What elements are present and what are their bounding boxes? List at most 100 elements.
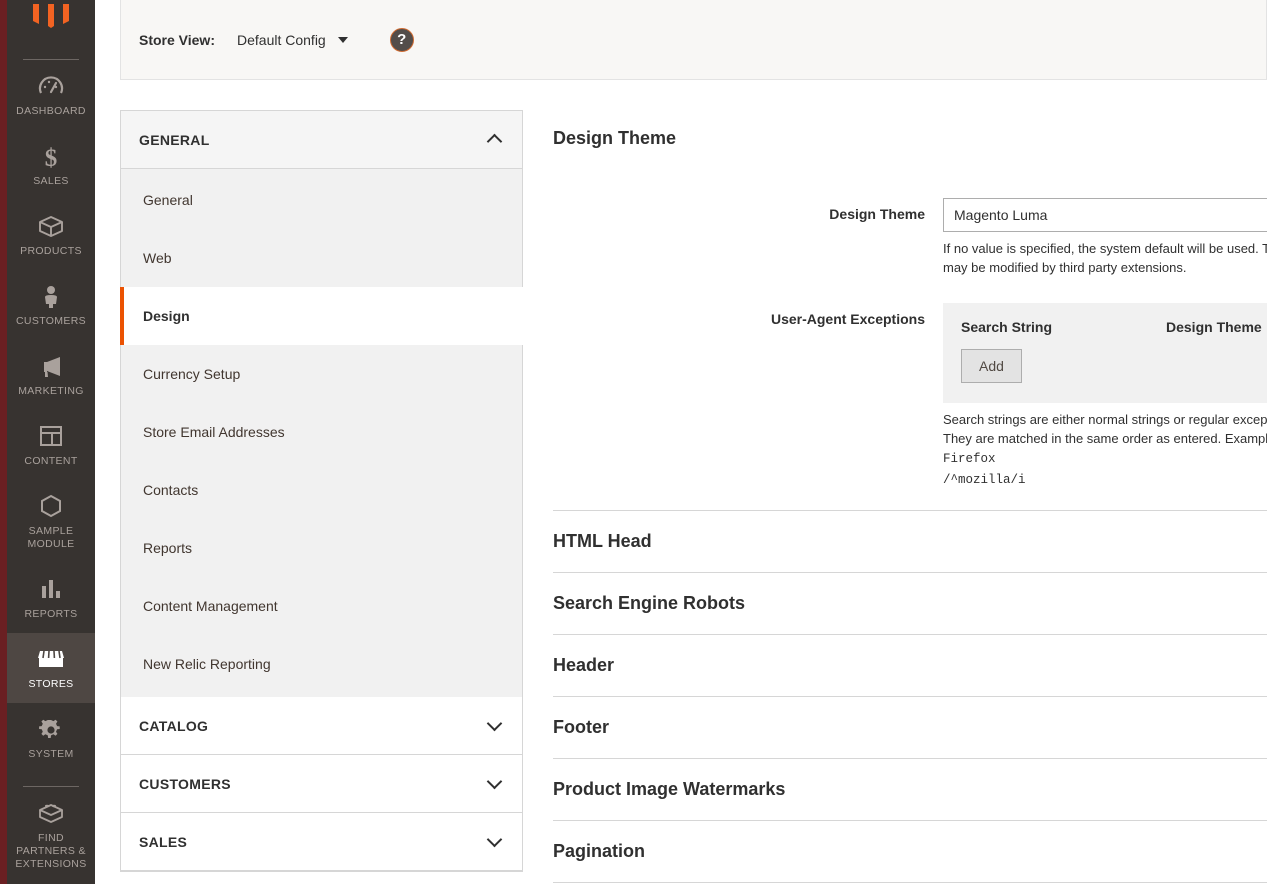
sidebar-item-label: CUSTOMERS <box>11 315 91 328</box>
config-section-general-items: General Web Design Currency Setup Store … <box>121 169 522 697</box>
note-line-1: Search strings are either normal strings… <box>943 412 1267 446</box>
section-label: Header <box>553 655 614 676</box>
chevron-down-icon <box>487 831 503 847</box>
section-product-image-watermarks[interactable]: Product Image Watermarks <box>553 758 1267 820</box>
field-control: If no value is specified, the system def… <box>943 198 1267 277</box>
design-theme-input[interactable] <box>943 198 1267 232</box>
section-label: Pagination <box>553 841 645 862</box>
sidebar-item-label: SYSTEM <box>11 748 91 761</box>
svg-text:$: $ <box>45 145 58 170</box>
config-nav-item-contacts[interactable]: Contacts <box>121 461 522 519</box>
sidebar-item-label: DASHBOARD <box>11 105 91 118</box>
store-view-label: Store View: <box>139 32 215 48</box>
user-agent-exceptions-note: Search strings are either normal strings… <box>943 410 1267 490</box>
sidebar-item-dashboard[interactable]: DASHBOARD <box>7 60 95 130</box>
design-theme-note: If no value is specified, the system def… <box>943 239 1267 277</box>
sidebar-item-sample-module[interactable]: SAMPLE MODULE <box>7 480 95 563</box>
section-search-engine-robots[interactable]: Search Engine Robots <box>553 572 1267 634</box>
customers-icon <box>11 284 91 310</box>
chevron-down-icon <box>487 715 503 731</box>
admin-page: DASHBOARD $ SALES PRODUCTS <box>0 0 1267 884</box>
settings-column: Design Theme Design Theme If no value is… <box>553 110 1267 884</box>
user-agent-exceptions-table: Search String Design Theme Add <box>943 303 1267 403</box>
config-section-title: GENERAL <box>139 132 210 148</box>
magento-logo[interactable] <box>7 0 95 46</box>
config-nav-item-general[interactable]: General <box>121 171 522 229</box>
chevron-down-icon <box>338 37 348 43</box>
config-nav-item-store-email-addresses[interactable]: Store Email Addresses <box>121 403 522 461</box>
field-label: Design Theme <box>553 198 943 222</box>
config-nav-item-content-management[interactable]: Content Management <box>121 577 522 635</box>
section-header[interactable]: Header <box>553 634 1267 696</box>
config-nav-item-reports[interactable]: Reports <box>121 519 522 577</box>
config-nav-item-label: Content Management <box>143 598 278 614</box>
config-nav-item-design[interactable]: Design <box>120 287 523 345</box>
sidebar-item-label: PRODUCTS <box>11 245 91 258</box>
add-button[interactable]: Add <box>961 349 1022 383</box>
products-icon <box>11 214 91 240</box>
extensions-icon <box>11 801 91 827</box>
config-nav-item-label: Reports <box>143 540 192 556</box>
chevron-down-icon <box>487 773 503 789</box>
sidebar-item-marketing[interactable]: MARKETING <box>7 340 95 410</box>
magento-logo-icon <box>29 4 73 46</box>
config-section-general[interactable]: GENERAL <box>121 111 522 169</box>
config-nav-item-label: Contacts <box>143 482 198 498</box>
reports-icon <box>11 577 91 603</box>
sales-icon: $ <box>11 144 91 170</box>
sidebar-item-sales[interactable]: $ SALES <box>7 130 95 200</box>
sidebar-item-label: CONTENT <box>11 455 91 468</box>
config-nav-item-label: Design <box>143 308 190 324</box>
column-header-search-string: Search String <box>961 319 1166 335</box>
config-section-catalog[interactable]: CATALOG <box>121 697 522 755</box>
field-user-agent-exceptions: User-Agent Exceptions Search String Desi… <box>553 303 1267 490</box>
store-view-bar: Store View: Default Config ? <box>120 0 1267 80</box>
section-footer[interactable]: Footer <box>553 696 1267 758</box>
help-icon[interactable]: ? <box>390 28 414 52</box>
config-nav-item-label: New Relic Reporting <box>143 656 271 672</box>
config-nav-item-web[interactable]: Web <box>121 229 522 287</box>
config-section-customers[interactable]: CUSTOMERS <box>121 755 522 813</box>
sidebar-item-label: SALES <box>11 175 91 188</box>
section-html-head[interactable]: HTML Head <box>553 510 1267 572</box>
sidebar-item-content[interactable]: CONTENT <box>7 410 95 480</box>
sidebar-item-system[interactable]: SYSTEM <box>7 703 95 773</box>
sidebar-item-label: SAMPLE MODULE <box>11 525 91 551</box>
field-control: Search String Design Theme Add Search st… <box>943 303 1267 490</box>
config-nav-item-label: Web <box>143 250 172 266</box>
sidebar-item-find-partners-extensions[interactable]: FIND PARTNERS & EXTENSIONS <box>7 787 95 883</box>
config-nav-item-label: Store Email Addresses <box>143 424 285 440</box>
module-icon <box>11 494 91 520</box>
note-line-3: /^mozilla/i <box>943 473 1026 487</box>
marketing-icon <box>11 354 91 380</box>
chevron-up-icon <box>487 134 503 150</box>
store-view-select[interactable]: Default Config <box>237 32 348 48</box>
config-nav-item-new-relic-reporting[interactable]: New Relic Reporting <box>121 635 522 693</box>
config-section-title: CUSTOMERS <box>139 776 231 792</box>
column-header-design-theme: Design Theme <box>1166 319 1267 335</box>
config-section-sales[interactable]: SALES <box>121 813 522 871</box>
config-section-title: CATALOG <box>139 718 208 734</box>
sidebar-collapse-arrow-icon[interactable] <box>0 36 6 46</box>
sidebar-item-products[interactable]: PRODUCTS <box>7 200 95 270</box>
config-nav-item-label: Currency Setup <box>143 366 240 382</box>
sidebar-item-customers[interactable]: CUSTOMERS <box>7 270 95 340</box>
table-header-row: Search String Design Theme <box>961 319 1267 335</box>
section-label: Footer <box>553 717 609 738</box>
stores-icon <box>11 647 91 673</box>
dashboard-icon <box>11 74 91 100</box>
config-navigation: GENERAL General Web Design Currency Setu… <box>120 110 523 872</box>
section-pagination[interactable]: Pagination <box>553 820 1267 882</box>
field-label: User-Agent Exceptions <box>553 303 943 327</box>
config-nav-item-currency-setup[interactable]: Currency Setup <box>121 345 522 403</box>
content-icon <box>11 424 91 450</box>
primary-sidebar: DASHBOARD $ SALES PRODUCTS <box>0 0 95 884</box>
sidebar-item-stores[interactable]: STORES <box>7 633 95 703</box>
sidebar-item-reports[interactable]: REPORTS <box>7 563 95 633</box>
store-view-selected-value: Default Config <box>237 32 326 48</box>
config-section-title: SALES <box>139 834 187 850</box>
config-nav-item-label: General <box>143 192 193 208</box>
sidebar-item-label: FIND PARTNERS & EXTENSIONS <box>11 832 91 871</box>
group-title-design-theme[interactable]: Design Theme <box>553 110 1267 172</box>
section-label: HTML Head <box>553 531 652 552</box>
